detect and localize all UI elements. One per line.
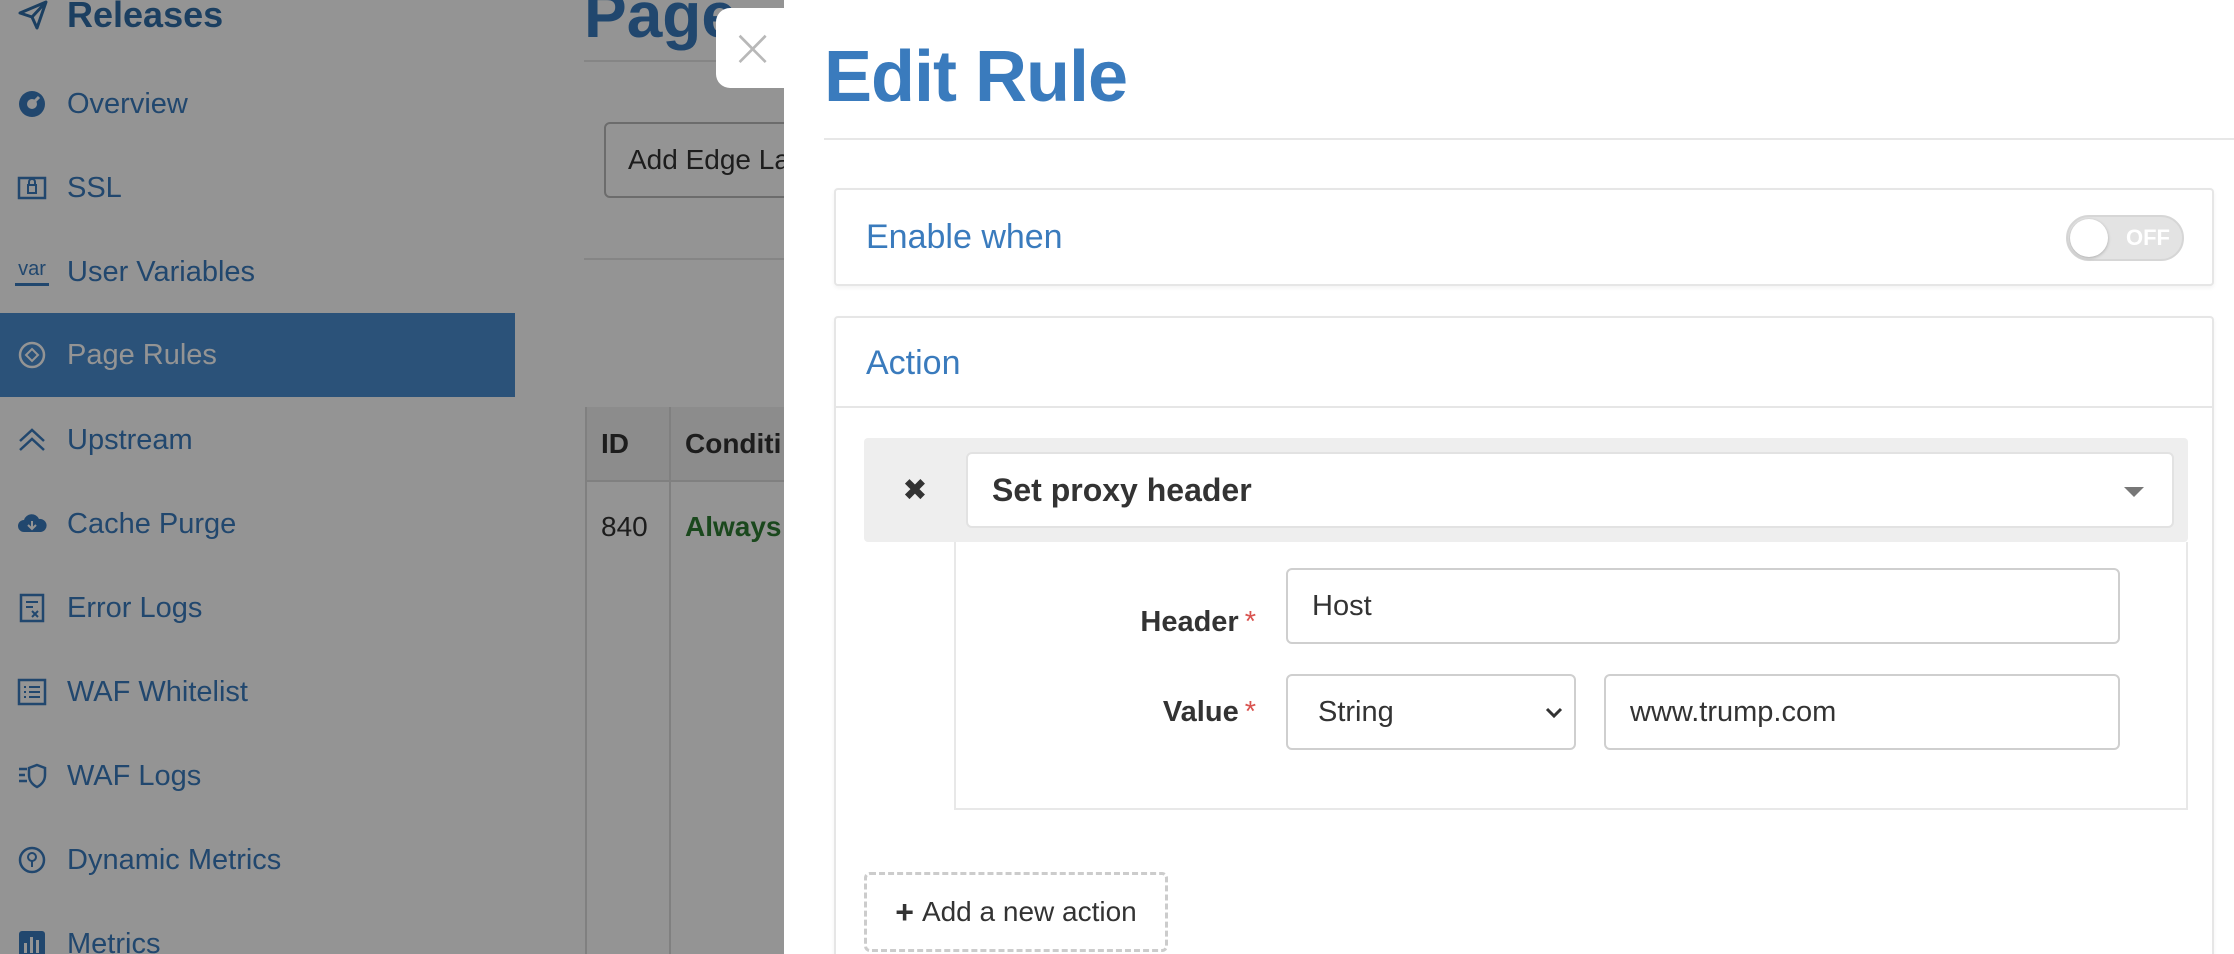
toggle-label: OFF [2126,225,2170,250]
plus-icon: + [895,893,914,930]
action-row: ✖ Set proxy header [864,438,2188,542]
chevron-down-icon [1545,707,1563,719]
header-input[interactable]: Host [1286,568,2120,644]
remove-icon: ✖ [902,473,928,507]
enable-when-title: Enable when [866,217,1063,256]
add-new-action-button[interactable]: + Add a new action [864,872,1168,952]
action-panel-title: Action [866,343,961,382]
required-indicator: * [1244,605,1256,638]
value-type-select[interactable]: String [1286,674,1576,750]
toggle-knob [2070,219,2108,257]
edit-rule-drawer: Edit Rule Enable when OFF Action ✖ Set p… [784,0,2234,954]
close-icon: × [730,16,776,79]
drawer-divider [824,138,2234,140]
add-new-action-label: Add a new action [921,896,1137,927]
action-panel: Action ✖ Set proxy header Header * Host V… [834,316,2214,954]
drawer-title: Edit Rule [824,37,1128,117]
chevron-down-icon [2124,487,2144,497]
header-field-label: Header * [1140,605,1256,638]
action-type-value: Set proxy header [992,471,1252,508]
value-field-label: Value * [1162,695,1256,728]
value-input[interactable]: www.trump.com [1604,674,2120,750]
enable-when-toggle[interactable]: OFF [2066,215,2184,261]
action-panel-divider [836,406,2212,408]
required-indicator: * [1244,695,1256,728]
action-type-select[interactable]: Set proxy header [966,452,2174,528]
action-config: Header * Host Value * String www.trump.com [954,542,2188,810]
remove-action-button[interactable]: ✖ [864,438,966,542]
enable-when-panel: Enable when OFF [834,188,2214,286]
